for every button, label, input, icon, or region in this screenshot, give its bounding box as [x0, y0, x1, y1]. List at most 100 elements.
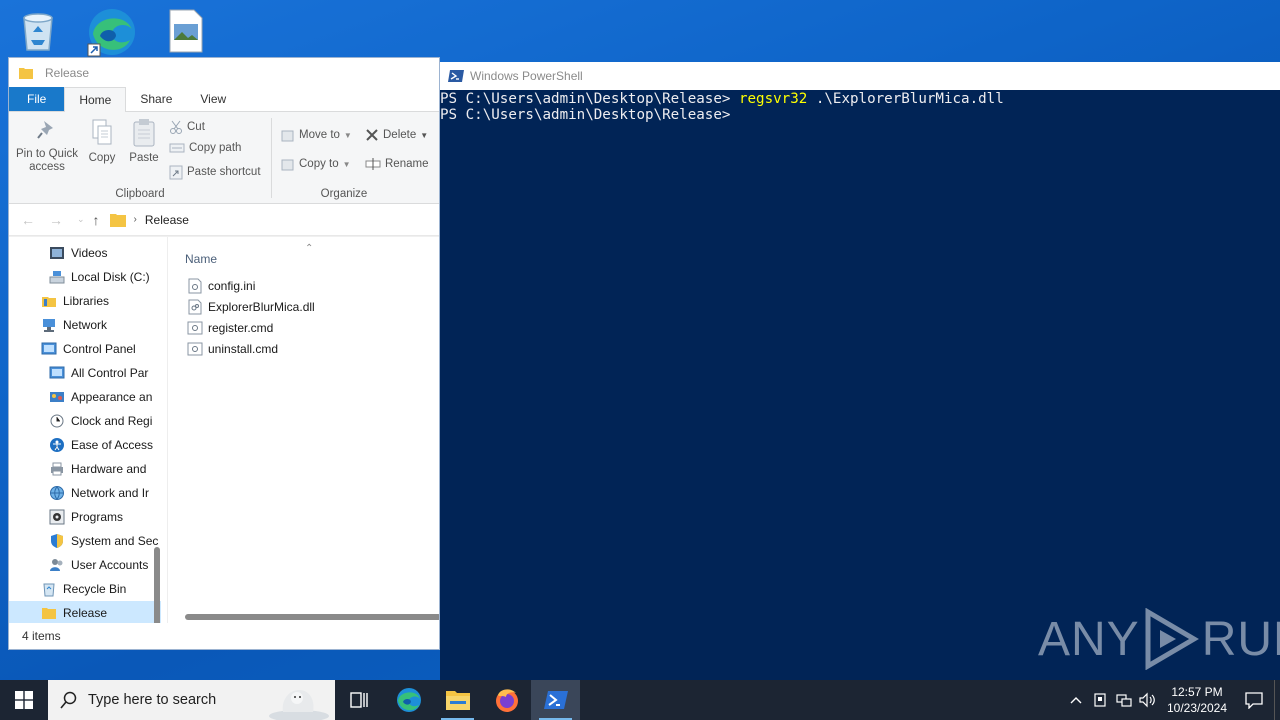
cut-label: Cut	[187, 121, 205, 133]
nav-item-label: Ease of Access	[71, 438, 154, 452]
appearance-icon	[50, 392, 64, 402]
show-desktop-button[interactable]	[1274, 680, 1280, 720]
programs-icon	[49, 509, 65, 525]
copy-path-icon	[169, 143, 185, 153]
powershell-console[interactable]: PS C:\Users\admin\Desktop\Release> regsv…	[440, 90, 1280, 680]
address-bar: ← → ⌄ ↑ › Release	[9, 204, 439, 236]
edge-icon	[396, 688, 421, 712]
delete-button[interactable]: Delete ▼	[365, 128, 428, 142]
users-icon	[50, 559, 63, 571]
breadcrumb[interactable]: › Release	[109, 213, 189, 227]
nav-item-system-security[interactable]: System and Sec	[9, 529, 161, 553]
search-icon	[60, 691, 77, 709]
taskbar-search-box[interactable]: Type here to search	[48, 680, 335, 720]
nav-item-hardware[interactable]: Hardware and	[9, 457, 161, 481]
delete-icon	[366, 129, 378, 141]
videos-icon	[50, 247, 64, 259]
up-arrow-icon[interactable]: ↑	[93, 212, 100, 228]
nav-item-videos[interactable]: Videos	[9, 241, 161, 265]
recycle-bin-desktop-icon[interactable]	[14, 6, 62, 54]
tab-file[interactable]: File	[9, 87, 65, 111]
libraries-icon	[42, 297, 56, 307]
notifications-button[interactable]	[1234, 691, 1274, 709]
move-to-button[interactable]: Move to ▼	[281, 128, 352, 142]
nav-item-programs[interactable]: Programs	[9, 505, 161, 529]
tray-network-button[interactable]	[1112, 692, 1136, 708]
nav-item-libraries[interactable]: Libraries	[9, 289, 161, 313]
volume-icon	[1139, 692, 1155, 708]
status-bar: 4 items	[9, 623, 439, 649]
folder-icon	[109, 213, 126, 227]
back-arrow-icon[interactable]: ←	[21, 212, 35, 228]
nav-item-label: Appearance an	[71, 390, 153, 404]
edge-desktop-icon[interactable]	[86, 6, 135, 57]
chevron-up-icon	[1070, 697, 1082, 704]
file-row[interactable]: register.cmd	[187, 320, 273, 336]
copy-button[interactable]: Copy	[85, 118, 119, 165]
clipboard-group-label: Clipboard	[115, 188, 165, 200]
cut-button[interactable]: Cut	[169, 120, 205, 134]
nav-item-label: Control Panel	[63, 342, 136, 356]
nav-item-recycle-bin[interactable]: Recycle Bin	[9, 577, 161, 601]
nav-item-label: Clock and Regi	[71, 414, 153, 428]
nav-item-clock-region[interactable]: Clock and Regi	[9, 409, 161, 433]
recent-chevron-icon[interactable]: ⌄	[77, 214, 85, 225]
nav-item-network[interactable]: Network	[9, 313, 161, 337]
nav-item-all-control-panel[interactable]: All Control Par	[9, 361, 161, 385]
anyrun-watermark: ANY RUN	[1038, 608, 1280, 670]
nav-item-release[interactable]: Release	[9, 601, 161, 625]
file-row[interactable]: ExplorerBlurMica.dll	[187, 299, 315, 315]
network-wired-icon	[1116, 694, 1132, 707]
rename-button[interactable]: Rename	[365, 157, 428, 171]
nav-item-label: Programs	[71, 510, 124, 524]
nav-item-user-accounts[interactable]: User Accounts	[9, 553, 161, 577]
tab-view[interactable]: View	[186, 87, 240, 111]
explorer-title-bar[interactable]: Release	[9, 58, 439, 88]
start-button[interactable]	[0, 680, 48, 720]
pane-divider[interactable]	[167, 237, 168, 626]
copy-to-button[interactable]: Copy to ▼	[281, 157, 351, 171]
nav-item-label: Recycle Bin	[63, 582, 127, 596]
nav-item-control-panel[interactable]: Control Panel	[9, 337, 161, 361]
taskbar-powershell[interactable]	[531, 680, 580, 720]
file-name: uninstall.cmd	[208, 342, 279, 356]
taskbar-file-explorer[interactable]	[433, 680, 482, 720]
rename-label: Rename	[385, 158, 429, 170]
tab-home[interactable]: Home	[64, 87, 127, 112]
nav-item-network-internet[interactable]: Network and Ir	[9, 481, 161, 505]
taskbar-firefox[interactable]	[482, 680, 531, 720]
taskbar-clock[interactable]: 12:57 PM 10/23/2024	[1160, 684, 1234, 716]
paste-shortcut-button[interactable]: Paste shortcut	[169, 164, 261, 180]
pin-quick-access-button[interactable]: Pin to Quick access	[13, 118, 81, 174]
copy-path-button[interactable]: Copy path	[169, 142, 241, 154]
cmd-file-icon	[187, 342, 203, 356]
file-name: config.ini	[208, 279, 256, 293]
tray-volume-button[interactable]	[1136, 692, 1160, 708]
dll-file-icon	[188, 299, 202, 315]
powershell-title-bar[interactable]: Windows PowerShell	[440, 62, 1280, 90]
file-row[interactable]: config.ini	[187, 278, 255, 294]
image-file-desktop-icon[interactable]	[164, 6, 212, 54]
tray-device-button[interactable]	[1088, 692, 1112, 708]
printer-icon	[51, 462, 63, 476]
breadcrumb-release[interactable]: Release	[145, 213, 189, 227]
move-to-label: Move to	[299, 129, 340, 141]
ease-of-access-icon	[50, 438, 64, 452]
show-hidden-icons-button[interactable]	[1064, 696, 1088, 704]
nav-item-appearance[interactable]: Appearance an	[9, 385, 161, 409]
file-list-horizontal-scrollbar[interactable]	[185, 614, 439, 620]
paste-button[interactable]: Paste	[127, 118, 161, 165]
ribbon: Pin to Quick access Copy Paste Cut Copy …	[9, 112, 439, 204]
column-header-name[interactable]: Name	[185, 252, 217, 266]
tab-share[interactable]: Share	[126, 87, 186, 111]
pin-icon	[37, 121, 53, 139]
file-row[interactable]: uninstall.cmd	[187, 341, 278, 357]
nav-item-local-disk[interactable]: Local Disk (C:)	[9, 265, 161, 289]
forward-arrow-icon[interactable]: →	[49, 212, 63, 228]
nav-item-ease-of-access[interactable]: Ease of Access	[9, 433, 161, 457]
firefox-icon	[495, 689, 518, 712]
paste-label: Paste	[129, 152, 159, 164]
taskbar-edge[interactable]	[384, 680, 433, 720]
task-view-button[interactable]	[335, 680, 384, 720]
nav-item-label: Release	[63, 606, 108, 620]
